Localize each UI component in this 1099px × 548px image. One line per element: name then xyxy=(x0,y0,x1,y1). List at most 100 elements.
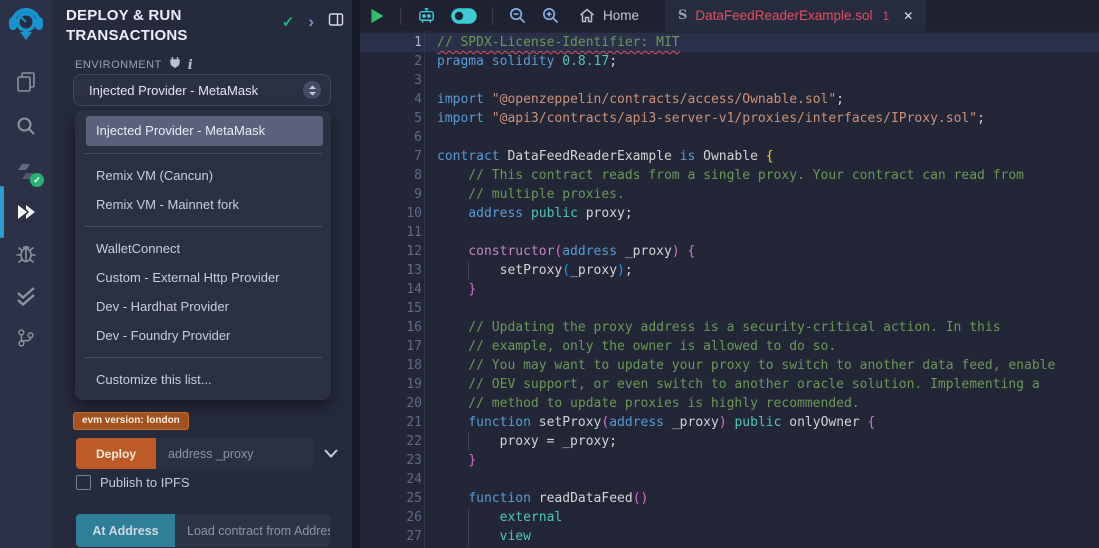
panel-layout-icon[interactable] xyxy=(328,12,344,32)
line-number: 2 xyxy=(360,52,422,71)
line-number: 1 xyxy=(360,33,422,52)
environment-dropdown: Injected Provider - MetaMask Remix VM (Ca… xyxy=(75,110,331,400)
plug-icon[interactable] xyxy=(169,56,181,74)
code-line: 9 // multiple proxies. xyxy=(360,185,1099,204)
dropdown-divider xyxy=(84,226,322,227)
at-address-input[interactable] xyxy=(175,514,330,547)
zoom-in-icon[interactable] xyxy=(534,0,567,31)
debugger-icon[interactable] xyxy=(0,232,52,276)
env-option-dev-hardhat-provider[interactable]: Dev - Hardhat Provider xyxy=(75,292,331,321)
line-number: 13 xyxy=(360,261,422,280)
tab-datafeedreaderexample[interactable]: S DataFeedReaderExample.sol 1 ✕ xyxy=(665,0,926,31)
unit-testing-icon[interactable] xyxy=(0,274,52,318)
search-icon[interactable] xyxy=(0,104,52,148)
code-line: 2pragma solidity 0.8.17; xyxy=(360,52,1099,71)
line-number: 16 xyxy=(360,318,422,337)
code-line: 19 // OEV support, or even switch to ano… xyxy=(360,375,1099,394)
code-line: 21 function setProxy(address _proxy) pub… xyxy=(360,413,1099,432)
code-line: 25 function readDataFeed() xyxy=(360,489,1099,508)
code-line: 18 // You may want to update your proxy … xyxy=(360,356,1099,375)
dropdown-divider xyxy=(84,153,322,154)
ai-toggle-icon[interactable] xyxy=(444,0,484,31)
environment-select[interactable]: Injected Provider - MetaMask xyxy=(73,74,331,106)
deploy-button[interactable]: Deploy xyxy=(76,438,156,469)
line-number: 4 xyxy=(360,90,422,109)
env-option-dev-foundry-provider[interactable]: Dev - Foundry Provider xyxy=(75,321,331,350)
deploy-expand-chevron-icon[interactable] xyxy=(324,445,338,463)
line-number: 22 xyxy=(360,432,422,451)
at-address-button[interactable]: At Address xyxy=(76,514,175,547)
evm-version-badge: evm version: london xyxy=(73,412,189,430)
line-number: 5 xyxy=(360,109,422,128)
editor-area[interactable]: Home S DataFeedReaderExample.sol 1 ✕ 1//… xyxy=(360,0,1099,548)
editor-toolbar: Home S DataFeedReaderExample.sol 1 ✕ xyxy=(360,0,1099,31)
line-number: 6 xyxy=(360,128,422,147)
publish-ipfs-label: Publish to IPFS xyxy=(100,475,190,490)
tab-home[interactable]: Home xyxy=(567,0,657,31)
env-option-custom-external-http-provider[interactable]: Custom - External Http Provider xyxy=(75,263,331,292)
code-line: 16 // Updating the proxy address is a se… xyxy=(360,318,1099,337)
git-icon[interactable] xyxy=(0,316,52,360)
code-line: 13 setProxy(_proxy); xyxy=(360,261,1099,280)
line-number: 9 xyxy=(360,185,422,204)
code-line: 11 xyxy=(360,223,1099,242)
line-number: 23 xyxy=(360,451,422,470)
line-number: 25 xyxy=(360,489,422,508)
line-number: 15 xyxy=(360,299,422,318)
solidity-compiler-icon[interactable]: ✓ xyxy=(0,150,52,194)
line-number: 7 xyxy=(360,147,422,166)
env-option-walletconnect[interactable]: WalletConnect xyxy=(75,234,331,263)
panel-check-icon: ✓ xyxy=(282,13,295,31)
publish-ipfs-checkbox[interactable] xyxy=(76,475,91,490)
deploy-args-input[interactable] xyxy=(156,438,314,469)
line-number: 8 xyxy=(360,166,422,185)
line-number: 11 xyxy=(360,223,422,242)
code-line: 14 } xyxy=(360,280,1099,299)
env-option-remix-vm-cancun[interactable]: Remix VM (Cancun) xyxy=(75,161,331,190)
panel-editor-divider[interactable] xyxy=(352,0,360,548)
line-number: 18 xyxy=(360,356,422,375)
code-line: 20 // method to update proxies is highly… xyxy=(360,394,1099,413)
tab-close-icon[interactable]: ✕ xyxy=(903,9,913,23)
panel-title: DEPLOY & RUN TRANSACTIONS xyxy=(66,6,246,45)
env-option-customize-this-list[interactable]: Customize this list... xyxy=(75,365,331,394)
code-line: 27 view xyxy=(360,527,1099,546)
code-line: 24 xyxy=(360,470,1099,489)
code-line: 3 xyxy=(360,71,1099,90)
line-number: 26 xyxy=(360,508,422,527)
code-editor[interactable]: 1// SPDX-License-Identifier: MIT2pragma … xyxy=(360,31,1099,548)
deploy-run-panel: DEPLOY & RUN TRANSACTIONS ✓ › ENVIRONMEN… xyxy=(52,0,360,548)
info-icon[interactable]: i xyxy=(188,58,193,73)
line-number: 24 xyxy=(360,470,422,489)
code-line: 10 address public proxy; xyxy=(360,204,1099,223)
environment-select-value: Injected Provider - MetaMask xyxy=(74,83,258,98)
zoom-out-icon[interactable] xyxy=(501,0,534,31)
code-line: 6 xyxy=(360,128,1099,147)
solidity-file-icon: S xyxy=(678,8,687,23)
panel-expand-icon[interactable]: › xyxy=(308,13,314,30)
ai-assistant-icon[interactable] xyxy=(409,0,444,31)
file-explorer-icon[interactable] xyxy=(0,60,52,104)
code-line: 15 xyxy=(360,299,1099,318)
home-icon xyxy=(579,8,595,23)
remix-logo[interactable] xyxy=(0,2,52,46)
code-line: 17 // example, only the owner is allowed… xyxy=(360,337,1099,356)
home-tab-label: Home xyxy=(603,8,639,23)
line-number: 3 xyxy=(360,71,422,90)
line-number: 21 xyxy=(360,413,422,432)
code-line: 23 } xyxy=(360,451,1099,470)
deploy-run-icon[interactable] xyxy=(0,190,52,234)
line-number: 17 xyxy=(360,337,422,356)
code-line: 8 // This contract reads from a single p… xyxy=(360,166,1099,185)
env-option-injected-provider-metamask[interactable]: Injected Provider - MetaMask xyxy=(86,116,323,146)
env-option-remix-vm-mainnet-fork[interactable]: Remix VM - Mainnet fork xyxy=(75,190,331,219)
code-line: 26 external xyxy=(360,508,1099,527)
code-line: 22 proxy = _proxy; xyxy=(360,432,1099,451)
gutter-border xyxy=(424,31,425,548)
tab-error-count-badge: 1 xyxy=(883,9,890,23)
code-line: 12 constructor(address _proxy) { xyxy=(360,242,1099,261)
tab-title: DataFeedReaderExample.sol xyxy=(695,8,872,23)
icon-rail: ✓ xyxy=(0,0,52,548)
run-script-button[interactable] xyxy=(360,0,392,31)
line-number: 20 xyxy=(360,394,422,413)
